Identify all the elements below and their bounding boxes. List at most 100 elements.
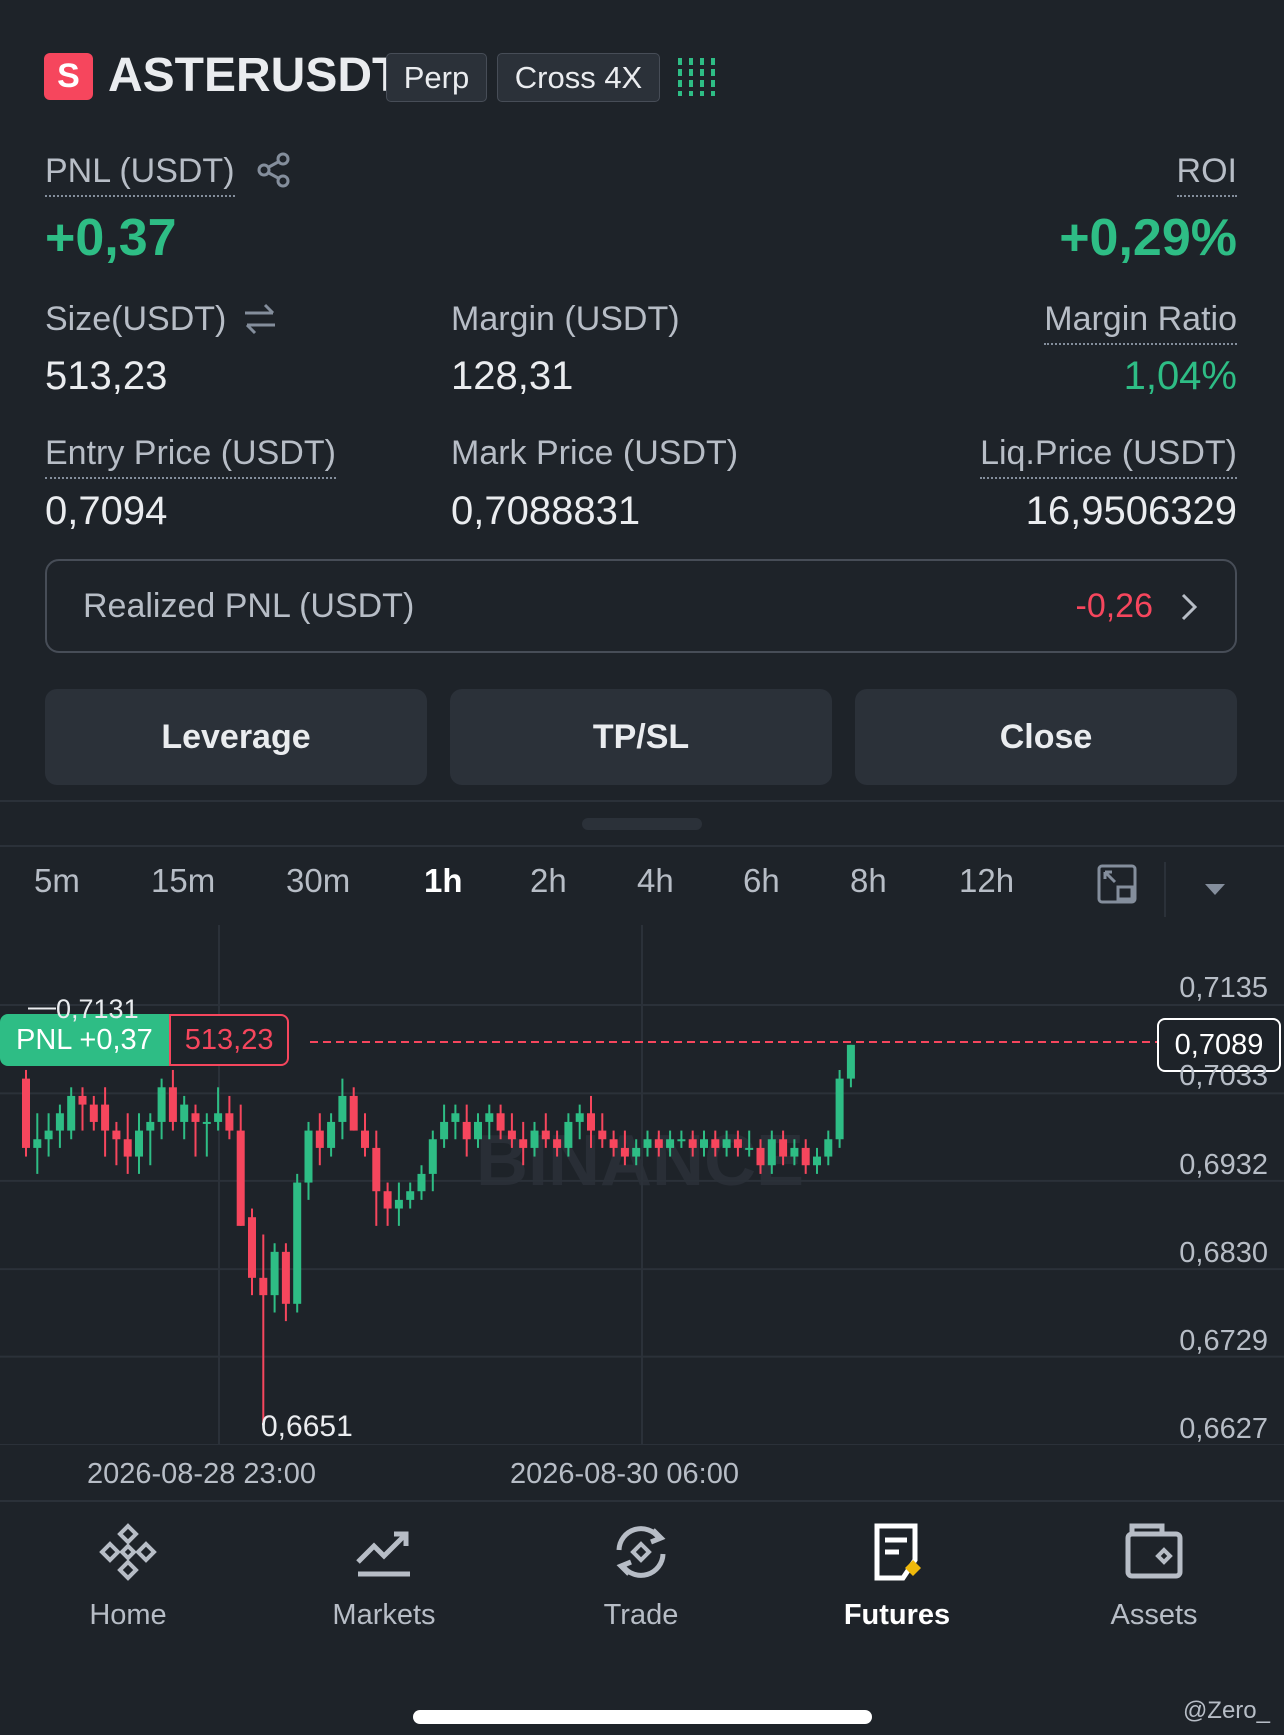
candles [22, 1044, 855, 1426]
nav-trade[interactable]: Trade [541, 1520, 741, 1632]
nav-home[interactable]: Home [28, 1520, 228, 1632]
candle-body [44, 1130, 53, 1140]
x-tick: 2026-08-28 23:00 [87, 1458, 316, 1490]
candle-body [123, 1139, 132, 1157]
candle-body [180, 1104, 189, 1122]
nav-assets[interactable]: Assets [1054, 1520, 1254, 1632]
chart-watermark: BINANCE [476, 1121, 804, 1201]
timeframe-30m[interactable]: 30m [286, 862, 350, 900]
nav-futures[interactable]: Futures [797, 1520, 997, 1632]
cross-leverage-tag[interactable]: Cross 4X [497, 53, 660, 102]
markets-icon [356, 1531, 410, 1577]
timeframe-6h[interactable]: 6h [743, 862, 780, 900]
liq-price-value: 16,9506329 [1025, 489, 1237, 533]
candle-body [67, 1095, 76, 1131]
timeframe-12h[interactable]: 12h [959, 862, 1014, 900]
pnl-value: +0,37 [45, 209, 177, 267]
home-indicator[interactable] [413, 1710, 872, 1724]
candle-body [248, 1217, 256, 1278]
candle-body [519, 1139, 528, 1148]
user-watermark: @Zero_ [1182, 1697, 1270, 1724]
candle-body [304, 1130, 313, 1183]
candle-body [801, 1147, 810, 1166]
candle-body [78, 1095, 87, 1105]
timeframe-5m[interactable]: 5m [34, 862, 80, 900]
candle-body [688, 1139, 697, 1148]
candle-body [225, 1113, 234, 1131]
candle-body [372, 1147, 381, 1192]
x-tick: 2026-08-30 06:00 [510, 1458, 739, 1490]
pnl-label[interactable]: PNL (USDT) [45, 152, 235, 197]
divider [0, 800, 1284, 802]
timeframe-1h[interactable]: 1h [424, 862, 463, 900]
perp-tag: Perp [386, 53, 487, 102]
entry-price-label[interactable]: Entry Price (USDT) [45, 434, 336, 479]
candle-body [101, 1104, 110, 1131]
size-label: Size(USDT) [45, 300, 227, 338]
candle-body [767, 1139, 776, 1166]
roi-label[interactable]: ROI [1176, 152, 1237, 197]
realized-pnl-value: -0,26 [1075, 587, 1154, 625]
share-icon[interactable] [256, 152, 292, 188]
entry-price-value: 0,7094 [45, 489, 168, 533]
margin-value: 128,31 [451, 354, 574, 398]
candle-body [168, 1087, 177, 1122]
nav-futures-label: Futures [843, 1599, 951, 1631]
candle-body [722, 1139, 731, 1148]
position-tag[interactable]: PNL +0,37 513,23 [0, 1014, 290, 1066]
candle-body [417, 1173, 426, 1192]
candle-body [700, 1139, 708, 1148]
candle-body [496, 1113, 505, 1131]
side-badge: S [44, 53, 93, 100]
swap-icon[interactable] [241, 300, 279, 338]
candle-body [157, 1087, 166, 1122]
nav-trade-label: Trade [603, 1599, 679, 1631]
candle-body [598, 1130, 607, 1140]
candle-body [666, 1139, 675, 1148]
high-price-label: 0,7131 [56, 994, 139, 1024]
nav-home-label: Home [89, 1599, 167, 1631]
y-tick: 0,6627 [1179, 1413, 1268, 1445]
tpsl-button[interactable]: TP/SL [450, 689, 832, 785]
candle-body [338, 1095, 347, 1122]
candle-body [756, 1147, 765, 1166]
timeframe-8h[interactable]: 8h [850, 862, 887, 900]
y-tick: 0,6830 [1179, 1237, 1268, 1269]
candle-body [428, 1139, 437, 1174]
assets-icon [1125, 1523, 1183, 1579]
fullscreen-icon[interactable] [1096, 863, 1138, 905]
candle-body [462, 1121, 471, 1140]
candle-body [485, 1113, 494, 1122]
leverage-button[interactable]: Leverage [45, 689, 427, 785]
mark-price-value: 0,7088831 [451, 489, 641, 533]
y-tick: 0,7033 [1179, 1060, 1268, 1092]
candle-body [620, 1147, 629, 1157]
candle-body [553, 1139, 562, 1148]
size-value: 513,23 [45, 354, 168, 398]
liq-price-label[interactable]: Liq.Price (USDT) [980, 434, 1237, 479]
symbol-title[interactable]: ASTERUSDT [108, 48, 401, 103]
price-chart[interactable]: BINANCE [0, 925, 1284, 1445]
candle-body [440, 1121, 449, 1140]
candle-body [677, 1139, 686, 1142]
timeframe-15m[interactable]: 15m [151, 862, 215, 900]
nav-markets[interactable]: Markets [284, 1520, 484, 1632]
drag-handle[interactable] [582, 818, 702, 830]
candle-body [530, 1130, 539, 1148]
roi-value: +0,29% [1059, 209, 1237, 267]
close-position-button[interactable]: Close [855, 689, 1237, 785]
candle-body [281, 1251, 290, 1304]
candle-body [846, 1044, 855, 1079]
candle-body [654, 1139, 663, 1148]
margin-ratio-label[interactable]: Margin Ratio [1044, 300, 1237, 345]
timeframe-4h[interactable]: 4h [637, 862, 674, 900]
chevron-down-icon[interactable] [1203, 882, 1227, 898]
realized-pnl-row[interactable]: Realized PNL (USDT) -0,26 [45, 559, 1237, 653]
candle-body [22, 1078, 30, 1148]
chart-overlay [28, 1007, 1157, 1426]
candle-body [609, 1139, 618, 1148]
timeframe-2h[interactable]: 2h [530, 862, 567, 900]
candle-body [236, 1130, 245, 1226]
candle-body [507, 1130, 516, 1140]
futures-icon [874, 1523, 921, 1581]
